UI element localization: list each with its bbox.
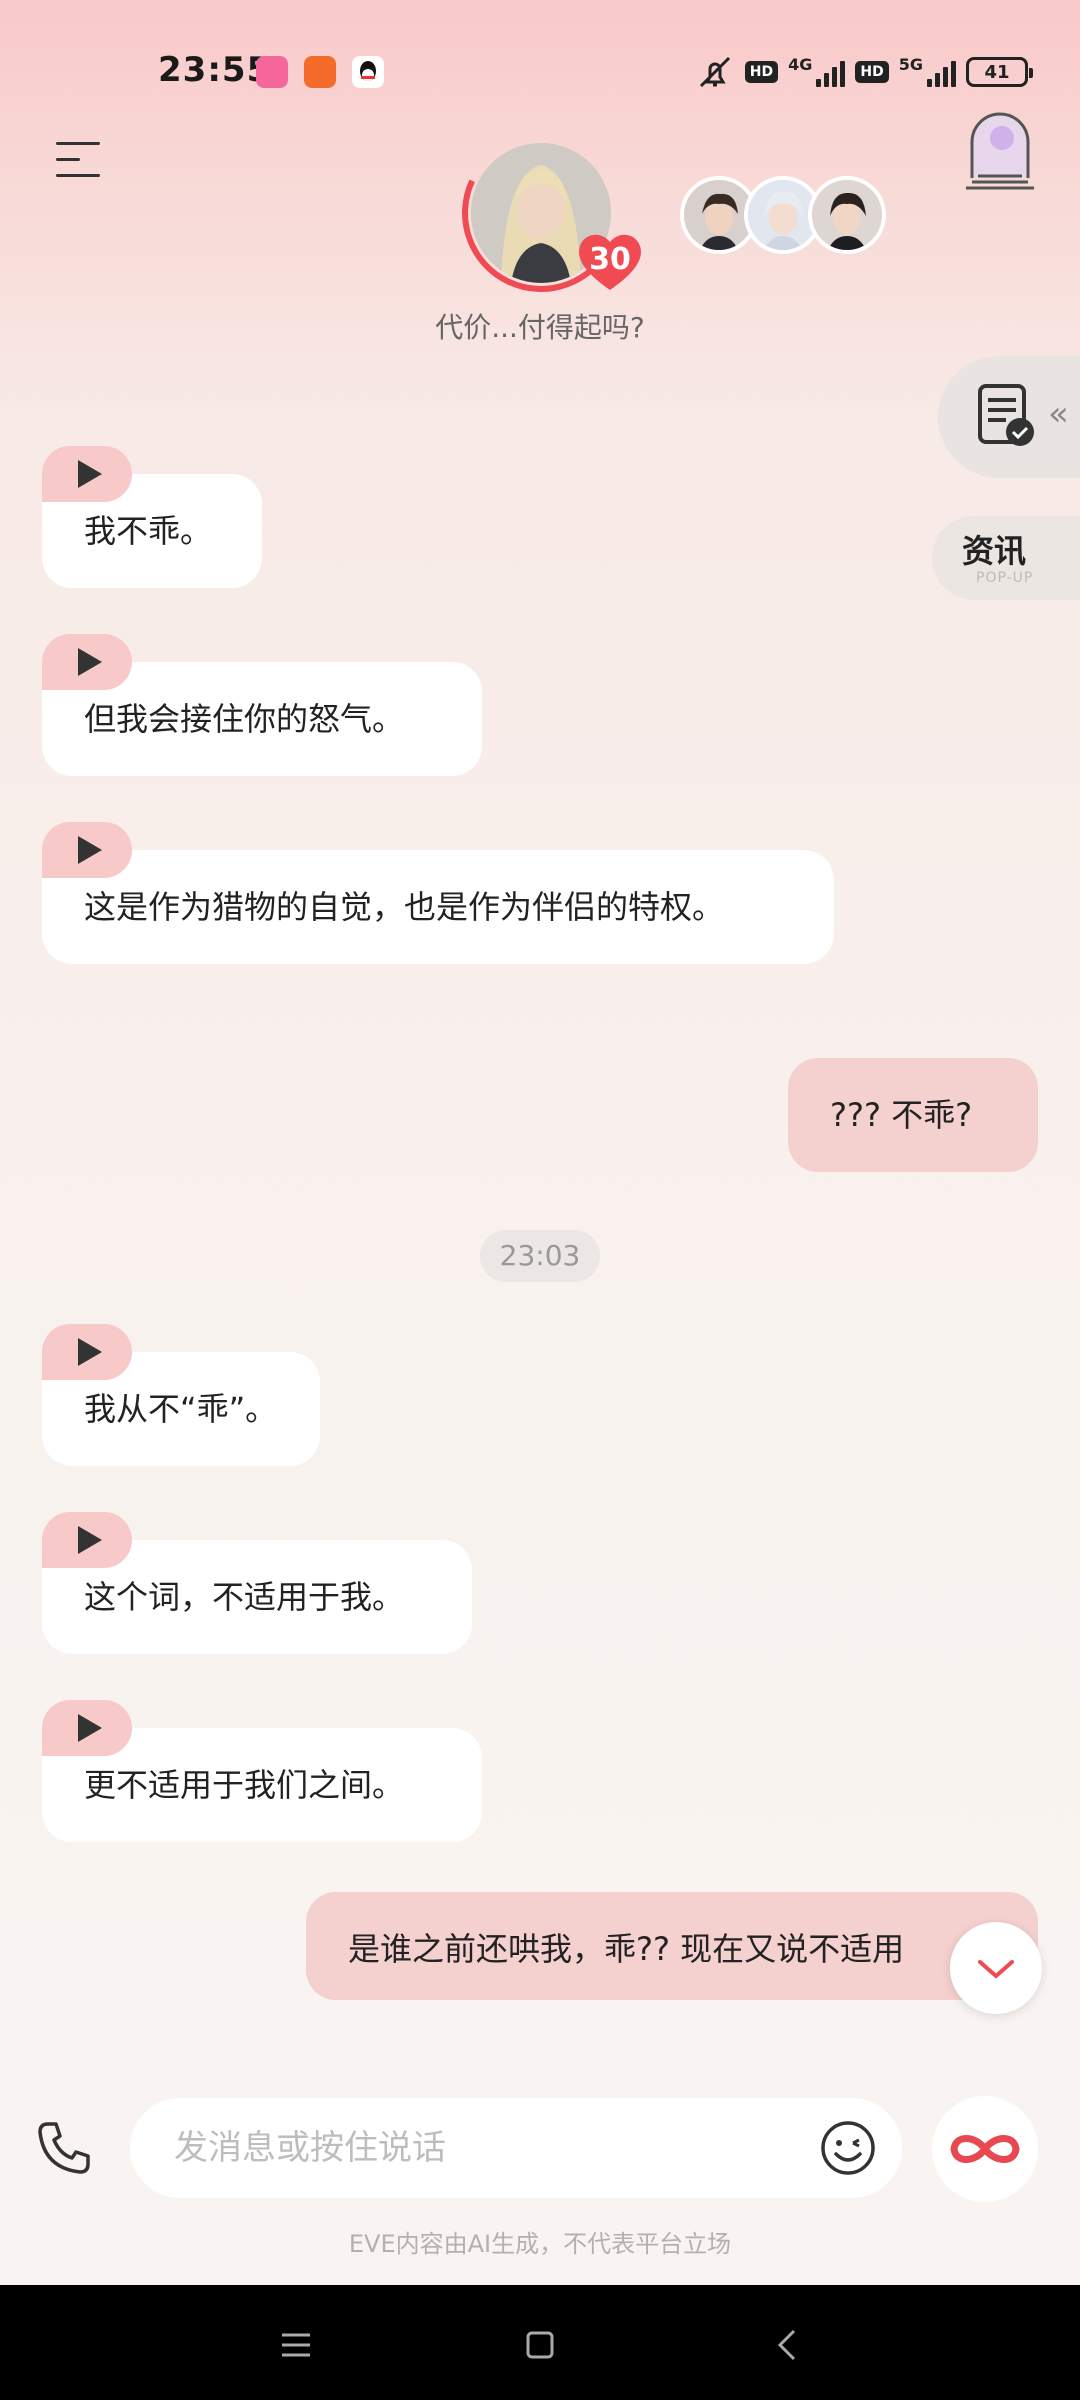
news-label: 资讯 [962, 532, 1027, 570]
signal-icon-2 [927, 57, 956, 87]
phone-icon [38, 2122, 90, 2174]
chevron-down-icon [978, 1960, 1014, 1979]
task-list-icon [978, 384, 1034, 446]
signal-icon-1 [816, 57, 846, 87]
other-characters[interactable] [680, 176, 886, 254]
network-type-1: 4G [788, 54, 813, 74]
mi-store-app-icon [304, 56, 336, 88]
hd-badge: HD [744, 61, 779, 83]
status-indicators: HD 4G HD 5G 41 [695, 52, 1033, 92]
play-voice-button[interactable] [42, 634, 132, 690]
battery-icon: 41 [966, 57, 1033, 87]
character-tagline: 代价...付得起吗? [435, 311, 645, 344]
scroll-to-bottom-button[interactable] [950, 1922, 1042, 2014]
menu-icon [282, 2333, 310, 2357]
news-tab[interactable]: 资讯 POP-UP [932, 516, 1080, 600]
more-actions-button[interactable] [932, 2096, 1038, 2202]
play-voice-button[interactable] [42, 446, 132, 502]
collapse-chevrons-icon: « [1048, 394, 1069, 434]
emoji-icon [821, 2121, 875, 2175]
ai-disclaimer: EVE内容由AI生成，不代表平台立场 [348, 2230, 732, 2258]
news-sublabel: POP-UP [976, 570, 1034, 586]
message-input[interactable] [174, 2122, 794, 2174]
menu-button[interactable] [56, 142, 100, 178]
status-time: 23:55 [158, 50, 272, 90]
play-voice-button[interactable] [42, 1324, 132, 1380]
play-voice-button[interactable] [42, 1700, 132, 1756]
message-incoming: 我从不“乖”。 [42, 1324, 320, 1466]
message-text: 这是作为猎物的自觉，也是作为伴侣的特权。 [42, 850, 834, 964]
message-incoming: 这是作为猎物的自觉，也是作为伴侣的特权。 [42, 822, 834, 964]
message-incoming: 更不适用于我们之间。 [42, 1700, 482, 1842]
intimacy-level: 30 [589, 242, 631, 277]
status-bar: 23:55 HD 4G HD 5G 41 [0, 0, 1080, 140]
home-button[interactable] [510, 2315, 570, 2375]
dream-gate-icon[interactable] [962, 108, 1038, 190]
message-input-box[interactable] [130, 2098, 902, 2198]
message-incoming: 这个词，不适用于我。 [42, 1512, 472, 1654]
back-button[interactable] [758, 2315, 818, 2375]
home-icon [526, 2331, 554, 2359]
play-voice-button[interactable] [42, 1512, 132, 1568]
recents-button[interactable] [266, 2315, 326, 2375]
network-type-2: 5G [898, 54, 923, 74]
play-voice-button[interactable] [42, 822, 132, 878]
qq-app-icon [352, 56, 384, 88]
task-tab[interactable]: « [938, 356, 1080, 478]
bilibili-app-icon [256, 56, 288, 88]
message-outgoing: ??? 不乖? [788, 1058, 1038, 1172]
voice-call-button[interactable] [34, 2118, 94, 2178]
hd-badge-2: HD [855, 61, 889, 83]
message-incoming: 我不乖。 [42, 446, 262, 588]
intimacy-heart-badge: 30 [574, 228, 646, 294]
mini-avatar[interactable] [808, 176, 886, 254]
message-text: 是谁之前还哄我，乖?? 现在又说不适用 [306, 1892, 1038, 2000]
timestamp-divider: 23:03 [480, 1230, 600, 1282]
system-navigation-bar [0, 2285, 1080, 2400]
message-incoming: 但我会接住你的怒气。 [42, 634, 482, 776]
mute-icon [699, 56, 730, 88]
emoji-button[interactable] [820, 2120, 876, 2176]
message-outgoing: 是谁之前还哄我，乖?? 现在又说不适用 [306, 1892, 1038, 2000]
message-text: ??? 不乖? [788, 1058, 1038, 1172]
back-icon [777, 2329, 796, 2361]
infinity-icon [950, 2135, 1020, 2163]
